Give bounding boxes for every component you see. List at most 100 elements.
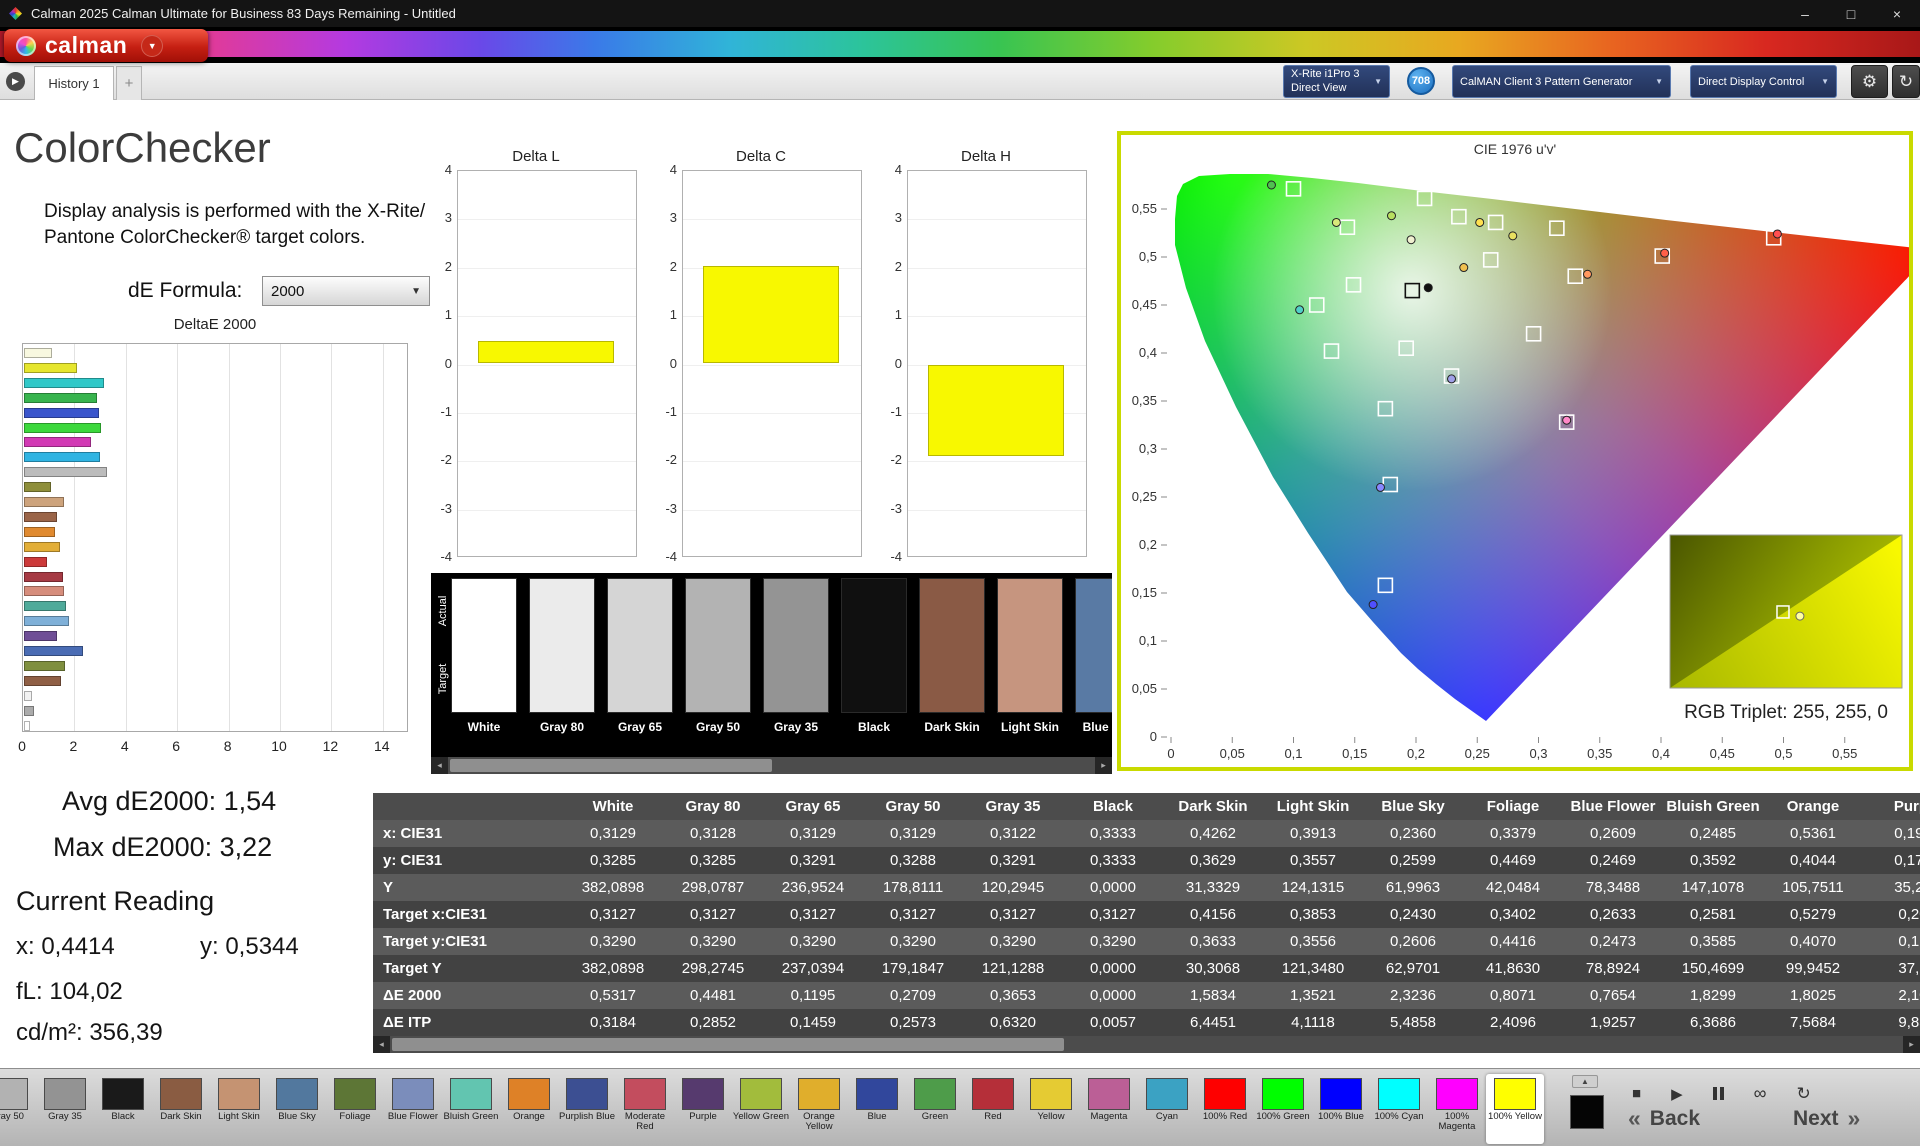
collapse-chevron-button[interactable]: ▲ [1572, 1075, 1598, 1088]
palette-item[interactable]: Gray 35 [36, 1074, 94, 1144]
palette-item[interactable]: Magenta [1080, 1074, 1138, 1144]
patch-swatch[interactable]: Gray 35 [763, 578, 829, 734]
y-tick-label: -2 [665, 452, 677, 468]
patch-label: Gray 35 [773, 720, 819, 734]
palette-item[interactable]: 100% Magenta [1428, 1074, 1486, 1144]
palette-item[interactable]: Blue Sky [268, 1074, 326, 1144]
fl-readout: fL: 104,02 [16, 978, 123, 1005]
palette-item[interactable]: Light Skin [210, 1074, 268, 1144]
pattern-preview-button[interactable] [1570, 1095, 1604, 1129]
minimize-button[interactable]: – [1782, 0, 1828, 27]
scroll-right-icon[interactable]: ▸ [1903, 1036, 1920, 1053]
palette-item[interactable]: Purple [674, 1074, 732, 1144]
scroll-left-icon[interactable]: ◂ [431, 757, 448, 774]
table-cell: 78,3488 [1585, 879, 1641, 896]
palette-label: Magenta [1090, 1111, 1128, 1122]
palette-item[interactable]: Cyan [1138, 1074, 1196, 1144]
refresh-icon[interactable]: ↻ [1796, 1084, 1810, 1104]
patch-swatch[interactable]: Light Skin [997, 578, 1063, 734]
table-cell: 236,9524 [781, 879, 845, 896]
table-cell: 78,8924 [1585, 960, 1641, 977]
window-title: Calman 2025 Calman Ultimate for Business… [31, 6, 456, 21]
palette-item[interactable]: Green [906, 1074, 964, 1144]
loop-icon[interactable]: ∞ [1754, 1083, 1767, 1104]
y-tick-label: -4 [440, 549, 452, 565]
table-cell: 0,3127 [790, 906, 836, 923]
patch-swatch[interactable]: Black [841, 578, 907, 734]
table-cell: 0,3127 [890, 906, 936, 923]
deltae-bar [24, 511, 58, 522]
chevron-down-icon: ▼ [1821, 77, 1829, 86]
palette-swatch [0, 1078, 28, 1110]
svg-text:0,25: 0,25 [1465, 746, 1490, 761]
table-cell: 31,3329 [1185, 879, 1241, 896]
next-button[interactable]: Next » [1793, 1105, 1860, 1132]
row-label: Y [383, 879, 394, 896]
meter-dropdown[interactable]: X-Rite i1Pro 3 Direct View ▼ [1283, 65, 1390, 98]
palette-item[interactable]: 100% Cyan [1370, 1074, 1428, 1144]
de-formula-dropdown[interactable]: 2000 ▼ [262, 276, 430, 306]
deltae-chart-title: DeltaE 2000 [173, 316, 257, 333]
calman-app-window: Calman 2025 Calman Ultimate for Business… [0, 0, 1920, 1146]
meter-status-badge[interactable]: 708 [1407, 67, 1435, 95]
back-button[interactable]: « Back [1628, 1105, 1700, 1132]
delta-l-bar [478, 340, 614, 363]
patch-label: White [467, 720, 501, 734]
table-scrollbar[interactable]: ◂ ▸ [373, 1036, 1920, 1053]
settings-button[interactable]: ⚙ [1851, 65, 1888, 98]
gridline [683, 364, 861, 366]
palette-item[interactable]: Dark Skin [152, 1074, 210, 1144]
brand-bar: calman ▼ [0, 27, 1920, 63]
palette-swatch [102, 1078, 144, 1110]
palette-item[interactable]: Blue Flower [384, 1074, 442, 1144]
pause-icon[interactable] [1712, 1087, 1724, 1100]
palette-item[interactable]: Moderate Red [616, 1074, 674, 1144]
patch-swatch[interactable]: Blue Sky [1075, 578, 1112, 734]
palette-item[interactable]: 100% Blue [1312, 1074, 1370, 1144]
palette-item[interactable]: Orange [500, 1074, 558, 1144]
patch-strip-scrollbar[interactable]: ◂ ▸ [431, 757, 1112, 774]
play-icon[interactable]: ▶ [1671, 1085, 1683, 1103]
palette-item[interactable]: Black [94, 1074, 152, 1144]
scrollbar-thumb[interactable] [392, 1038, 1064, 1051]
x-tick-label: 0 [18, 738, 26, 754]
logo-menu-dropdown[interactable]: ▼ [141, 34, 164, 57]
stop-icon[interactable]: ■ [1632, 1085, 1641, 1102]
history-nav-button[interactable]: ▶ [6, 72, 25, 91]
palette-item[interactable]: Bluish Green [442, 1074, 500, 1144]
add-tab-button[interactable]: + [116, 66, 142, 100]
delta-l-yaxis: 4 3 2 1 0 -1 -2 -3 -4 [431, 162, 455, 564]
refresh-button[interactable]: ↻ [1892, 65, 1920, 98]
pattern-generator-dropdown[interactable]: CalMAN Client 3 Pattern Generator ▼ [1452, 65, 1671, 98]
scroll-left-icon[interactable]: ◂ [373, 1036, 390, 1053]
palette-item[interactable]: 100% Red [1196, 1074, 1254, 1144]
maximize-button[interactable]: □ [1828, 0, 1874, 27]
palette-item[interactable]: Yellow [1022, 1074, 1080, 1144]
palette-item[interactable]: Purplish Blue [558, 1074, 616, 1144]
palette-item[interactable]: 100% Yellow [1486, 1074, 1544, 1144]
patch-swatch[interactable]: White [451, 578, 517, 734]
palette-item[interactable]: Foliage [326, 1074, 384, 1144]
palette-label: Purple [689, 1111, 717, 1122]
app-icon [9, 7, 22, 20]
chevron-up-icon: ▲ [1581, 1077, 1589, 1086]
patch-swatch[interactable]: Gray 80 [529, 578, 595, 734]
close-button[interactable]: × [1874, 0, 1920, 27]
patch-swatch[interactable]: Gray 50 [685, 578, 751, 734]
scroll-right-icon[interactable]: ▸ [1095, 757, 1112, 774]
palette-item[interactable]: Red [964, 1074, 1022, 1144]
palette-item[interactable]: Gray 50 [0, 1074, 36, 1144]
tab-history-1[interactable]: History 1 [34, 66, 114, 100]
table-cell: 0,3290 [890, 933, 936, 950]
patch-swatch[interactable]: Gray 65 [607, 578, 673, 734]
calman-logo[interactable]: calman ▼ [4, 29, 208, 62]
table-cell: 0,0000 [1090, 987, 1136, 1004]
patch-swatch[interactable]: Dark Skin [919, 578, 985, 734]
palette-item[interactable]: Blue [848, 1074, 906, 1144]
palette-item[interactable]: Yellow Green [732, 1074, 790, 1144]
display-control-dropdown[interactable]: Direct Display Control ▼ [1690, 65, 1837, 98]
palette-item[interactable]: Orange Yellow [790, 1074, 848, 1144]
scrollbar-thumb[interactable] [450, 759, 772, 772]
svg-text:0,05: 0,05 [1132, 681, 1157, 696]
palette-item[interactable]: 100% Green [1254, 1074, 1312, 1144]
